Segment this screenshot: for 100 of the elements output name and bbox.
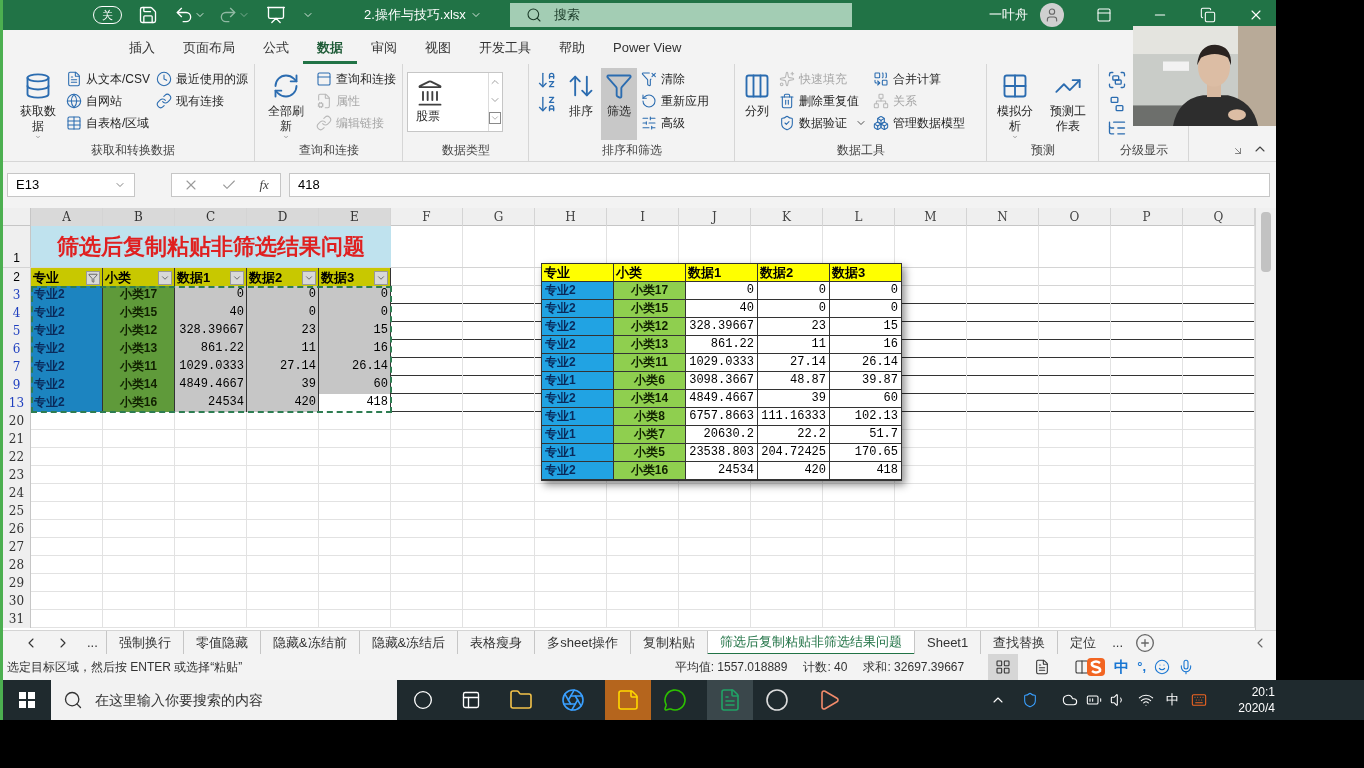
- column-header[interactable]: K: [751, 208, 823, 226]
- ribbon-tab[interactable]: 帮助: [545, 34, 599, 64]
- row-header[interactable]: 29: [3, 574, 31, 592]
- keyboard-icon[interactable]: [1191, 692, 1207, 708]
- spreadsheet-app-icon[interactable]: [718, 688, 742, 712]
- chat-icon[interactable]: [663, 688, 687, 712]
- ribbon-button[interactable]: 分列: [739, 68, 775, 140]
- row-header[interactable]: 5: [3, 322, 31, 340]
- column-header[interactable]: P: [1111, 208, 1183, 226]
- windows-logo-icon[interactable]: [19, 692, 35, 708]
- restore-icon[interactable]: [1200, 7, 1216, 23]
- input-language[interactable]: 中: [1166, 690, 1179, 710]
- ribbon-button[interactable]: 数据验证: [777, 112, 869, 134]
- column-header[interactable]: E: [319, 208, 391, 226]
- task-view-icon[interactable]: [461, 690, 481, 710]
- data-type-gallery[interactable]: 股票: [407, 72, 503, 132]
- clock[interactable]: 20:1 2020/4: [1223, 684, 1275, 716]
- ribbon-tab[interactable]: 公式: [249, 34, 303, 64]
- column-header[interactable]: D: [247, 208, 319, 226]
- battery-icon[interactable]: [1086, 692, 1102, 708]
- ribbon-button[interactable]: 筛选: [601, 68, 637, 140]
- ribbon-button[interactable]: 最近使用的源: [154, 68, 250, 90]
- formula-field[interactable]: 418: [289, 173, 1270, 197]
- column-header[interactable]: I: [607, 208, 679, 226]
- ribbon-button[interactable]: 自表格/区域: [64, 112, 152, 134]
- save-icon[interactable]: [138, 5, 158, 25]
- browser-icon[interactable]: [561, 688, 585, 712]
- ribbon-button[interactable]: 管理数据模型: [871, 112, 967, 134]
- column-header[interactable]: F: [391, 208, 463, 226]
- row-header[interactable]: 21: [3, 430, 31, 448]
- ribbon-tab[interactable]: 插入: [115, 34, 169, 64]
- ribbon-button[interactable]: 从文本/CSV: [64, 68, 152, 90]
- column-header[interactable]: A: [31, 208, 103, 226]
- taskbar-search-field[interactable]: 在这里输入你要搜索的内容: [51, 680, 397, 720]
- column-header[interactable]: N: [967, 208, 1039, 226]
- row-header[interactable]: 1: [3, 226, 31, 267]
- row-header[interactable]: 25: [3, 502, 31, 520]
- page-layout-icon[interactable]: [1034, 659, 1051, 675]
- cloud-icon[interactable]: [1062, 692, 1078, 708]
- ribbon-button[interactable]: 自网站: [64, 90, 152, 112]
- column-header[interactable]: G: [463, 208, 535, 226]
- ribbon-button[interactable]: 排序: [563, 68, 599, 140]
- row-header[interactable]: 7: [3, 358, 31, 376]
- row-header[interactable]: 30: [3, 592, 31, 610]
- row-header[interactable]: 3: [3, 286, 31, 304]
- name-box[interactable]: E13: [7, 173, 135, 197]
- column-header[interactable]: L: [823, 208, 895, 226]
- ribbon-display-icon[interactable]: [1096, 7, 1112, 23]
- ribbon-tab[interactable]: Power View: [599, 34, 696, 64]
- ribbon-tab[interactable]: 数据: [303, 34, 357, 64]
- cortana-icon[interactable]: [413, 690, 433, 710]
- column-header[interactable]: J: [679, 208, 751, 226]
- recorder-icon[interactable]: [765, 688, 789, 712]
- ribbon-tab[interactable]: 页面布局: [169, 34, 249, 64]
- ribbon-button[interactable]: 查询和连接: [314, 68, 398, 90]
- more-sheets-button[interactable]: ...: [1108, 632, 1128, 653]
- ribbon-button[interactable]: 全部刷新: [259, 68, 312, 140]
- row-header[interactable]: 24: [3, 484, 31, 502]
- row-header[interactable]: 6: [3, 340, 31, 358]
- undo-icon[interactable]: [174, 5, 194, 25]
- shield-icon[interactable]: [1022, 692, 1038, 708]
- row-header[interactable]: 28: [3, 556, 31, 574]
- sticky-note-icon[interactable]: [616, 688, 640, 712]
- ribbon-button[interactable]: 现有连接: [154, 90, 250, 112]
- row-header[interactable]: 2: [3, 268, 31, 288]
- column-header[interactable]: B: [103, 208, 175, 226]
- column-header[interactable]: C: [175, 208, 247, 226]
- sheet-tab[interactable]: 筛选后复制粘贴非筛选结果问题: [707, 630, 914, 655]
- ribbon-tab[interactable]: 视图: [411, 34, 465, 64]
- row-header[interactable]: 26: [3, 520, 31, 538]
- column-header[interactable]: M: [895, 208, 967, 226]
- chart-icon[interactable]: [266, 5, 286, 25]
- row-header[interactable]: 31: [3, 610, 31, 628]
- column-header[interactable]: O: [1039, 208, 1111, 226]
- row-header[interactable]: 20: [3, 412, 31, 430]
- column-header[interactable]: H: [535, 208, 607, 226]
- dialog-launcher-icon[interactable]: [1232, 145, 1244, 157]
- ribbon-button[interactable]: 预测工作表: [1041, 68, 1094, 140]
- add-sheet-icon[interactable]: [1135, 632, 1156, 653]
- folder-icon[interactable]: [509, 688, 533, 712]
- ribbon-button[interactable]: 重新应用: [639, 90, 711, 112]
- ribbon-button[interactable]: 清除: [639, 68, 711, 90]
- more-sheets-button[interactable]: ...: [87, 632, 98, 653]
- row-header[interactable]: 22: [3, 448, 31, 466]
- row-header[interactable]: 13: [3, 394, 31, 412]
- file-name[interactable]: 2.操作与技巧.xlsx: [364, 5, 482, 25]
- ribbon-button[interactable]: 删除重复值: [777, 90, 869, 112]
- row-header[interactable]: 23: [3, 466, 31, 484]
- ribbon-button[interactable]: 获取数据: [15, 68, 62, 140]
- ribbon-button[interactable]: 模拟分析: [991, 68, 1040, 140]
- ribbon-button[interactable]: 合并计算: [871, 68, 967, 90]
- row-header[interactable]: 4: [3, 304, 31, 322]
- wifi-icon[interactable]: [1138, 692, 1154, 708]
- normal-view-icon[interactable]: [995, 659, 1012, 675]
- ime-toolbar[interactable]: 中 °,: [1082, 655, 1198, 679]
- filter-button[interactable]: [86, 270, 100, 285]
- ribbon-tab[interactable]: 开发工具: [465, 34, 545, 64]
- avatar[interactable]: [1040, 3, 1064, 27]
- insert-function-button[interactable]: fx: [259, 175, 269, 195]
- search-field[interactable]: 搜索: [509, 3, 852, 27]
